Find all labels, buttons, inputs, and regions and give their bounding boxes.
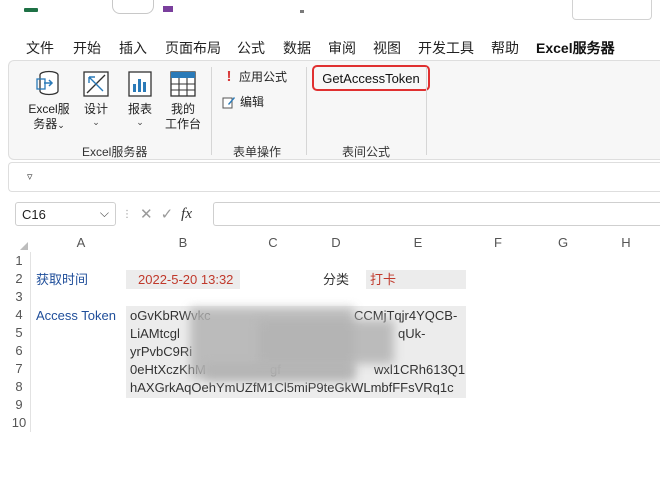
cell-a2[interactable]: 获取时间 [36, 271, 88, 289]
report-label: 报表 [127, 102, 152, 116]
column-header-g[interactable]: G [540, 234, 586, 252]
cell-d2[interactable]: 分类 [323, 271, 349, 289]
ribbon-panel: Excel服 务器⌄ 设计 ⌄ 报表 ⌄ 我的 工作台 Excel服务器 ! 应… [8, 60, 660, 160]
apply-formula-label: 应用公式 [239, 70, 288, 84]
tab-excel-server[interactable]: Excel服务器 [536, 38, 615, 64]
column-header-d[interactable]: D [313, 234, 359, 252]
column-header-a[interactable]: A [58, 234, 104, 252]
cell-e2[interactable]: 打卡 [370, 271, 396, 289]
report-icon [128, 71, 152, 97]
title-bar [0, 0, 660, 28]
autosave-toggle[interactable] [112, 0, 154, 14]
tab-page-layout[interactable]: 页面布局 [165, 38, 221, 58]
column-header-b[interactable]: B [160, 234, 206, 252]
my-workbench-button[interactable]: 我的 工作台 [162, 69, 204, 132]
chevron-down-icon: ⌄ [92, 117, 100, 127]
tab-developer[interactable]: 开发工具 [418, 38, 474, 58]
row-header[interactable]: 10 [8, 414, 30, 432]
excel-server-label-2: 务器 [33, 117, 58, 131]
database-icon [36, 70, 59, 96]
edit-button[interactable]: 编辑 [222, 93, 264, 110]
design-label: 设计 [83, 102, 108, 116]
tab-formulas[interactable]: 公式 [237, 38, 265, 58]
group-label-table-formula: 表间公式 [342, 145, 391, 159]
redaction-blur [204, 364, 354, 380]
get-access-token-label: GetAccessToken [322, 70, 420, 86]
column-header-c[interactable]: C [250, 234, 296, 252]
group-separator [306, 67, 307, 155]
cancel-icon[interactable]: ✕ [140, 205, 153, 223]
row-header[interactable]: 5 [8, 324, 30, 342]
tab-insert[interactable]: 插入 [119, 38, 147, 58]
token-line-5: hAXGrkAqOehYmUZfM1Cl5miP9teGkWLmbfFFsVRq… [130, 380, 454, 395]
name-box-value: C16 [22, 207, 46, 222]
search-box[interactable] [572, 0, 652, 20]
row-header[interactable]: 7 [8, 360, 30, 378]
ribbon-tabs: 文件 开始 插入 页面布局 公式 数据 审阅 视图 开发工具 帮助 Excel服… [0, 34, 660, 64]
tab-view[interactable]: 视图 [373, 38, 401, 58]
name-box[interactable]: C16 ⌵ [15, 202, 116, 226]
row-header[interactable]: 3 [8, 288, 30, 306]
tab-help[interactable]: 帮助 [491, 38, 519, 58]
chevron-down-icon: ⌄ [57, 120, 65, 130]
exclamation-icon: ! [226, 68, 232, 85]
get-access-token-button[interactable]: GetAccessToken [312, 65, 430, 91]
chevron-down-icon[interactable]: ⌵ [100, 206, 109, 221]
row-header[interactable]: 9 [8, 396, 30, 414]
edit-icon [222, 96, 235, 108]
column-header-h[interactable]: H [603, 234, 649, 252]
token-line-2-right: qUk- [398, 326, 426, 341]
tab-file[interactable]: 文件 [26, 38, 54, 58]
formula-bar: C16 ⌵ ⋮ ✕ ✓ fx [0, 202, 660, 228]
redaction-blur [258, 320, 394, 364]
excel-server-label-1: Excel服 [28, 102, 70, 116]
group-label-excel-server: Excel服务器 [82, 145, 148, 159]
apply-formula-button[interactable]: ! 应用公式 [223, 68, 288, 85]
chevron-down-icon: ⌄ [136, 117, 144, 127]
row-header[interactable]: 4 [8, 306, 30, 324]
title-fragment [300, 10, 304, 13]
token-line-2-left: LiAMtcgl [130, 326, 180, 341]
design-button[interactable]: 设计 ⌄ [79, 69, 113, 127]
excel-logo-icon [24, 8, 38, 12]
row-header[interactable]: 2 [8, 270, 30, 288]
column-header-f[interactable]: F [475, 234, 521, 252]
row-header[interactable]: 8 [8, 378, 30, 396]
report-button[interactable]: 报表 ⌄ [123, 69, 157, 127]
design-icon [83, 71, 109, 97]
select-all-corner[interactable] [8, 234, 30, 252]
group-separator [426, 67, 427, 155]
excel-server-button[interactable]: Excel服 务器⌄ [25, 69, 73, 133]
group-label-form-ops: 表单操作 [233, 145, 282, 159]
row-header-border [30, 252, 31, 432]
row-header[interactable]: 6 [8, 342, 30, 360]
workbench-icon [170, 71, 196, 97]
group-separator [211, 67, 212, 155]
tab-review[interactable]: 审阅 [328, 38, 356, 58]
cell-a4[interactable]: Access Token [36, 307, 116, 325]
my-workbench-label-2: 工作台 [164, 117, 201, 131]
row-header[interactable]: 1 [8, 252, 30, 270]
cell-b2[interactable]: 2022-5-20 13:32 [138, 271, 233, 289]
tab-data[interactable]: 数据 [283, 38, 311, 58]
customize-qat-icon[interactable]: ▿ [27, 170, 33, 183]
formula-input[interactable] [213, 202, 660, 226]
token-line-3-left: yrPvbC9Ri [130, 344, 193, 359]
worksheet-grid: A B C D E F G H 1 2 3 4 5 6 7 8 9 10 获取时… [8, 234, 660, 434]
insert-function-icon[interactable]: fx [181, 206, 192, 223]
formula-controls: ⋮ ✕ ✓ fx [122, 204, 192, 224]
column-header-e[interactable]: E [395, 234, 441, 252]
edit-label: 编辑 [240, 95, 265, 109]
more-options-icon: ⋮ [122, 208, 132, 220]
my-workbench-label-1: 我的 [170, 102, 195, 116]
app-icon [163, 6, 173, 12]
quick-access-toolbar: ▿ [8, 162, 660, 192]
enter-icon[interactable]: ✓ [161, 205, 174, 223]
tab-home[interactable]: 开始 [73, 38, 101, 58]
